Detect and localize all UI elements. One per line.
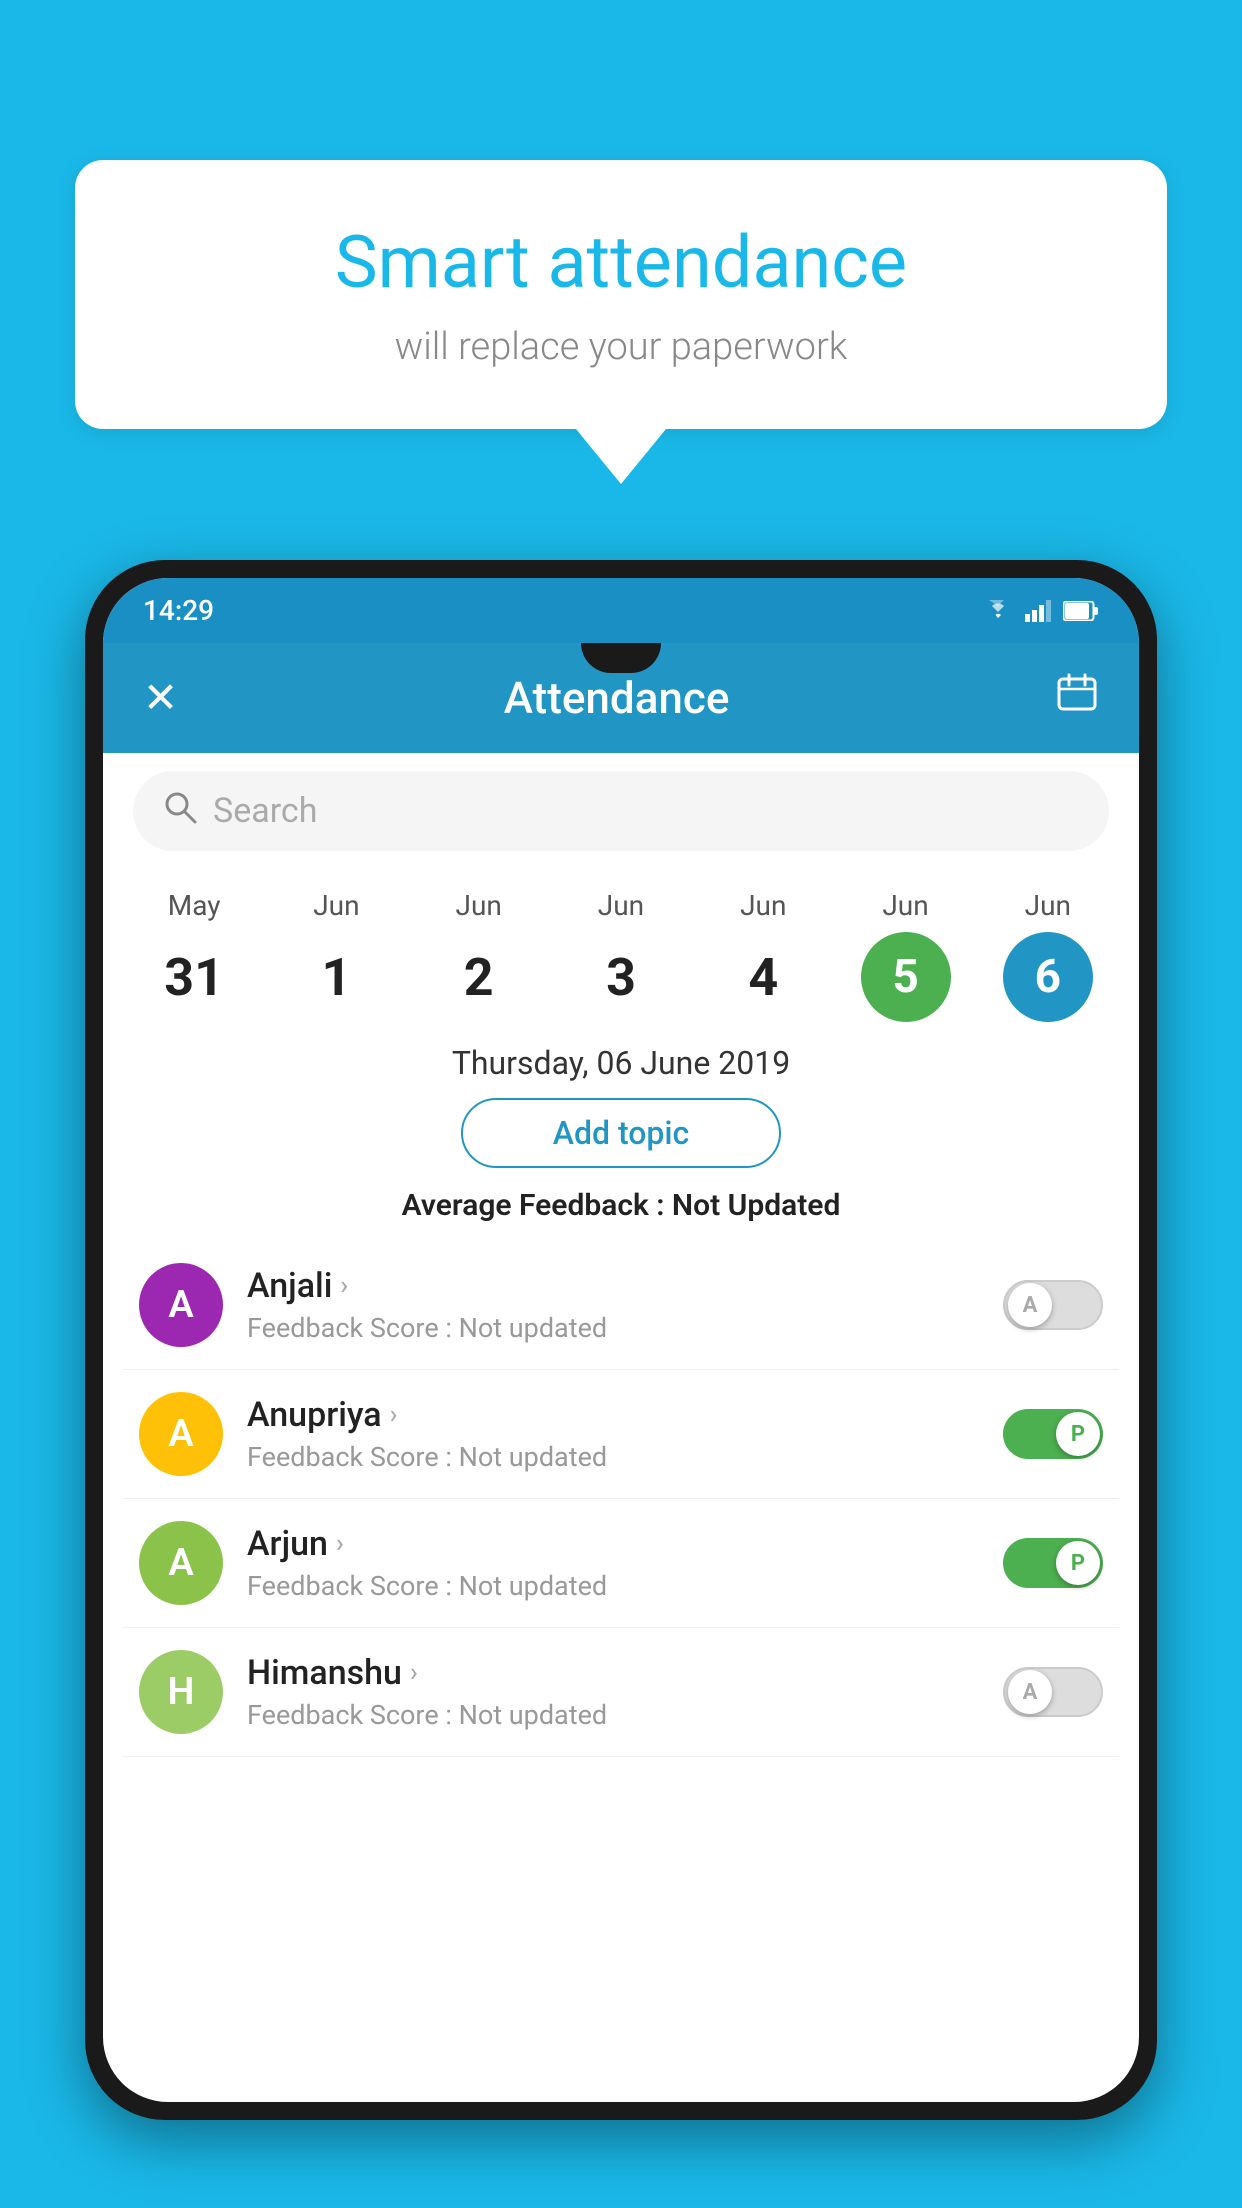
cal-date-2[interactable]: 2 bbox=[434, 932, 524, 1022]
status-time: 14:29 bbox=[143, 594, 214, 627]
student-name-2[interactable]: Arjun › bbox=[247, 1524, 979, 1564]
toggle-container-1[interactable]: P bbox=[1003, 1409, 1103, 1459]
calendar-day-1[interactable]: Jun 1 bbox=[276, 889, 396, 1022]
toggle-knob-3: A bbox=[1008, 1670, 1052, 1714]
toggle-container-0[interactable]: A bbox=[1003, 1280, 1103, 1330]
bubble-subtitle: will replace your paperwork bbox=[155, 325, 1087, 369]
battery-icon bbox=[1063, 601, 1099, 621]
wifi-icon bbox=[983, 600, 1013, 622]
avatar-3: H bbox=[139, 1650, 223, 1734]
student-item-2[interactable]: A Arjun › Feedback Score : Not updated P bbox=[123, 1499, 1119, 1628]
calendar-row: May 31 Jun 1 Jun 2 Jun 3 Jun 4 Jun 5 Jun 6 bbox=[103, 869, 1139, 1022]
chevron-icon-1: › bbox=[390, 1400, 398, 1430]
phone-outer: 14:29 bbox=[85, 560, 1157, 2120]
app-title: Attendance bbox=[504, 672, 730, 724]
status-bar: 14:29 bbox=[103, 578, 1139, 643]
calendar-button[interactable] bbox=[1055, 671, 1099, 725]
search-input[interactable]: Search bbox=[213, 791, 317, 831]
cal-date-3[interactable]: 3 bbox=[576, 932, 666, 1022]
chevron-icon-2: › bbox=[336, 1529, 344, 1559]
feedback-score-0: Feedback Score : Not updated bbox=[247, 1312, 979, 1344]
avg-feedback: Average Feedback : Not Updated bbox=[103, 1188, 1139, 1223]
cal-month-0: May bbox=[168, 889, 221, 922]
search-icon bbox=[163, 790, 197, 833]
cal-date-4[interactable]: 4 bbox=[718, 932, 808, 1022]
add-topic-button[interactable]: Add topic bbox=[461, 1098, 781, 1168]
calendar-day-0[interactable]: May 31 bbox=[134, 889, 254, 1022]
search-bar[interactable]: Search bbox=[133, 771, 1109, 851]
toggle-knob-0: A bbox=[1008, 1283, 1052, 1327]
selected-date: Thursday, 06 June 2019 bbox=[103, 1044, 1139, 1082]
student-item-0[interactable]: A Anjali › Feedback Score : Not updated A bbox=[123, 1241, 1119, 1370]
cal-month-4: Jun bbox=[740, 889, 786, 922]
cal-month-5: Jun bbox=[882, 889, 928, 922]
speech-bubble-container: Smart attendance will replace your paper… bbox=[75, 160, 1167, 484]
cal-date-0[interactable]: 31 bbox=[149, 932, 239, 1022]
student-info-1: Anupriya › Feedback Score : Not updated bbox=[247, 1395, 979, 1473]
calendar-day-5[interactable]: Jun 5 bbox=[846, 889, 966, 1022]
toggle-container-3[interactable]: A bbox=[1003, 1667, 1103, 1717]
attendance-toggle-2[interactable]: P bbox=[1003, 1538, 1103, 1588]
speech-bubble: Smart attendance will replace your paper… bbox=[75, 160, 1167, 429]
student-list: AAnjali ›Feedback Score : Not updatedAAA… bbox=[103, 1241, 1139, 1757]
toggle-knob-2: P bbox=[1056, 1541, 1100, 1585]
toggle-container-2[interactable]: P bbox=[1003, 1538, 1103, 1588]
phone-screen: 14:29 bbox=[103, 578, 1139, 2102]
attendance-toggle-1[interactable]: P bbox=[1003, 1409, 1103, 1459]
cal-month-2: Jun bbox=[456, 889, 502, 922]
student-name-0[interactable]: Anjali › bbox=[247, 1266, 979, 1306]
avatar-0: A bbox=[139, 1263, 223, 1347]
bubble-title: Smart attendance bbox=[155, 220, 1087, 305]
avg-feedback-value: Not Updated bbox=[672, 1188, 840, 1223]
cal-month-6: Jun bbox=[1025, 889, 1071, 922]
student-item-1[interactable]: A Anupriya › Feedback Score : Not updated P bbox=[123, 1370, 1119, 1499]
student-name-3[interactable]: Himanshu › bbox=[247, 1653, 979, 1693]
feedback-score-3: Feedback Score : Not updated bbox=[247, 1699, 979, 1731]
calendar-day-4[interactable]: Jun 4 bbox=[703, 889, 823, 1022]
feedback-score-2: Feedback Score : Not updated bbox=[247, 1570, 979, 1602]
status-icons bbox=[983, 600, 1099, 622]
chevron-icon-3: › bbox=[410, 1658, 418, 1688]
close-button[interactable]: ✕ bbox=[143, 673, 178, 723]
attendance-toggle-0[interactable]: A bbox=[1003, 1280, 1103, 1330]
feedback-score-1: Feedback Score : Not updated bbox=[247, 1441, 979, 1473]
avatar-2: A bbox=[139, 1521, 223, 1605]
cal-date-5[interactable]: 5 bbox=[861, 932, 951, 1022]
phone-container: 14:29 bbox=[85, 560, 1157, 2208]
chevron-icon-0: › bbox=[340, 1271, 348, 1301]
student-name-1[interactable]: Anupriya › bbox=[247, 1395, 979, 1435]
cal-date-1[interactable]: 1 bbox=[291, 932, 381, 1022]
student-info-0: Anjali › Feedback Score : Not updated bbox=[247, 1266, 979, 1344]
calendar-day-3[interactable]: Jun 3 bbox=[561, 889, 681, 1022]
attendance-toggle-3[interactable]: A bbox=[1003, 1667, 1103, 1717]
signal-icon bbox=[1025, 600, 1051, 622]
student-info-2: Arjun › Feedback Score : Not updated bbox=[247, 1524, 979, 1602]
student-info-3: Himanshu › Feedback Score : Not updated bbox=[247, 1653, 979, 1731]
cal-month-1: Jun bbox=[313, 889, 359, 922]
cal-date-6[interactable]: 6 bbox=[1003, 932, 1093, 1022]
speech-bubble-arrow bbox=[576, 429, 666, 484]
avg-feedback-label: Average Feedback : bbox=[402, 1188, 672, 1223]
cal-month-3: Jun bbox=[598, 889, 644, 922]
calendar-day-6[interactable]: Jun 6 bbox=[988, 889, 1108, 1022]
avatar-1: A bbox=[139, 1392, 223, 1476]
toggle-knob-1: P bbox=[1056, 1412, 1100, 1456]
calendar-day-2[interactable]: Jun 2 bbox=[419, 889, 539, 1022]
student-item-3[interactable]: H Himanshu › Feedback Score : Not updated A bbox=[123, 1628, 1119, 1757]
